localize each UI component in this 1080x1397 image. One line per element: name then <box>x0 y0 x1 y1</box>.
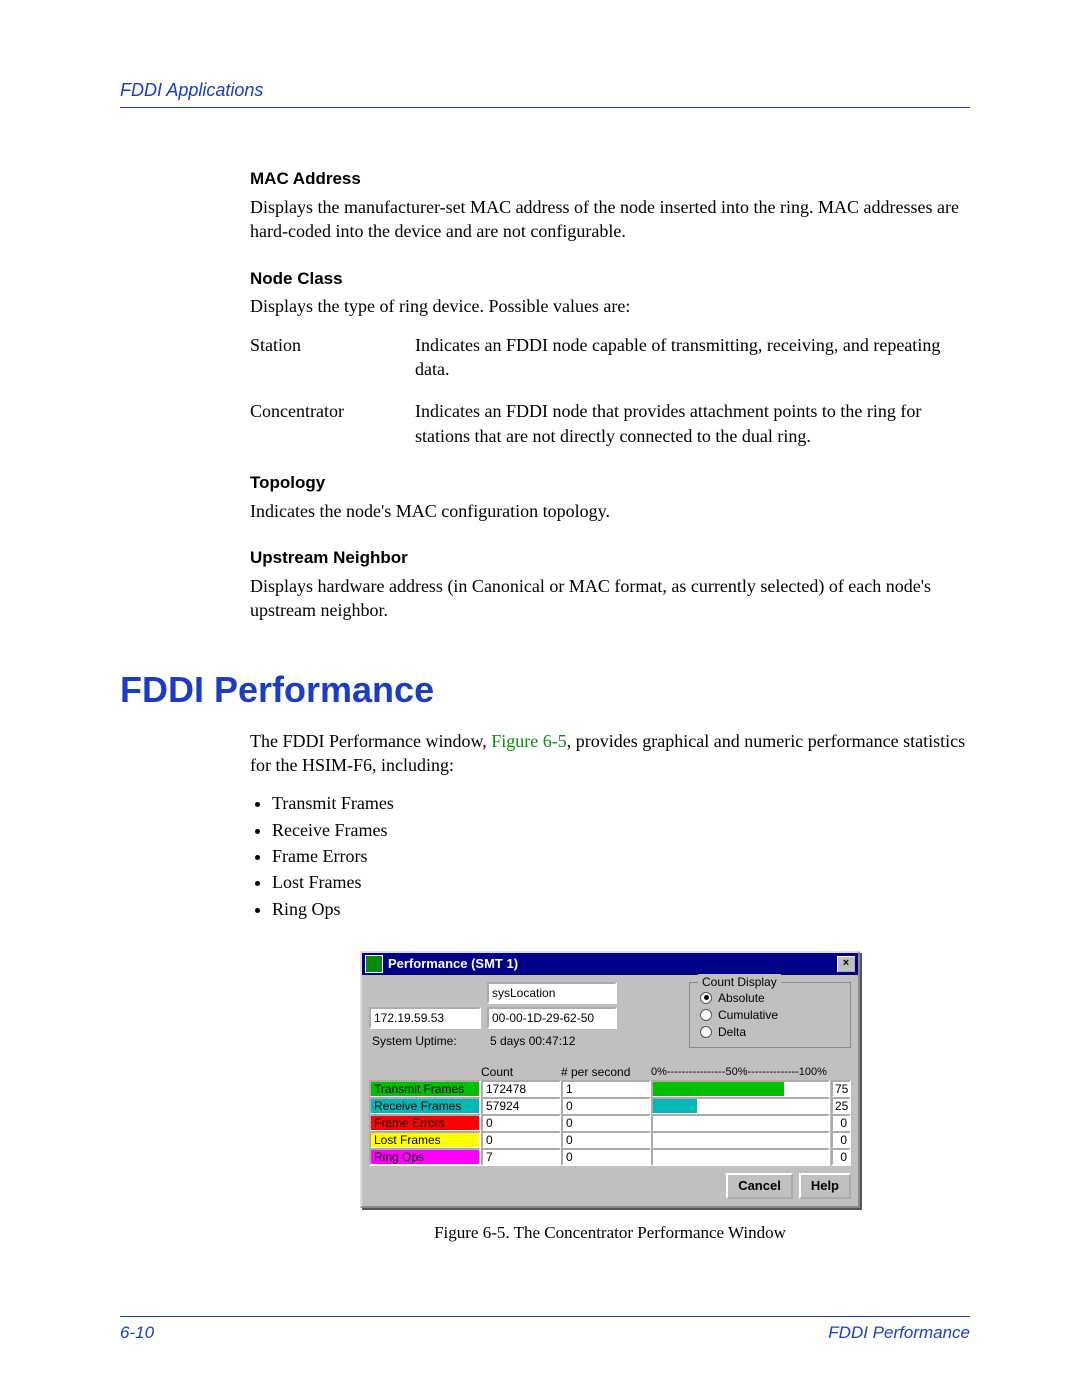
app-icon <box>365 955 383 973</box>
metric-pps: 0 <box>561 1097 651 1115</box>
radio-icon <box>700 1009 712 1021</box>
metric-pps: 0 <box>561 1148 651 1166</box>
metric-bar <box>651 1131 830 1149</box>
metric-bar <box>651 1148 830 1166</box>
def-term: Concentrator <box>250 399 415 448</box>
performance-window: Performance (SMT 1) × sysLocation 172.19… <box>360 951 860 1208</box>
def-desc: Indicates an FDDI node that provides att… <box>415 399 970 448</box>
list-item: Receive Frames <box>272 818 970 842</box>
table-row: Ring Ops700 <box>369 1148 851 1165</box>
metric-count: 172478 <box>481 1080 561 1098</box>
table-row: Receive Frames579240 25 <box>369 1097 851 1114</box>
figure-caption: Figure 6-5. The Concentrator Performance… <box>250 1222 970 1245</box>
ip-field: 172.19.59.53 <box>369 1007 481 1029</box>
metric-value: 0 <box>831 1114 851 1132</box>
table-row: Transmit Frames1724781 75 <box>369 1080 851 1097</box>
heading-node-class: Node Class <box>250 268 970 291</box>
radio-delta[interactable]: Delta <box>700 1024 840 1040</box>
metric-name: Ring Ops <box>369 1148 481 1166</box>
list-item: Lost Frames <box>272 870 970 894</box>
metric-name: Transmit Frames <box>369 1080 481 1098</box>
table-row: Lost Frames000 <box>369 1131 851 1148</box>
metric-pps: 1 <box>561 1080 651 1098</box>
text-topology: Indicates the node's MAC configuration t… <box>250 499 970 523</box>
node-class-definitions: Station Indicates an FDDI node capable o… <box>250 333 970 448</box>
metric-value: 0 <box>831 1131 851 1149</box>
metric-value: 25 <box>831 1097 851 1115</box>
text-upstream-neighbor: Displays hardware address (in Canonical … <box>250 574 970 623</box>
def-term: Station <box>250 333 415 382</box>
metric-bar <box>651 1097 830 1115</box>
figure-reference-link[interactable]: Figure 6-5 <box>491 731 567 751</box>
metric-value: 75 <box>831 1080 851 1098</box>
count-display-group: Count Display Absolute Cumulative Delta <box>689 982 851 1049</box>
page-header: FDDI Applications <box>120 80 970 108</box>
col-pps: # per second <box>561 1064 651 1080</box>
radio-icon <box>700 992 712 1004</box>
close-icon[interactable]: × <box>837 956 855 972</box>
header-section: FDDI Applications <box>120 80 263 100</box>
list-item: Transmit Frames <box>272 791 970 815</box>
help-button[interactable]: Help <box>799 1173 851 1199</box>
window-title: Performance (SMT 1) <box>388 955 837 973</box>
metric-count: 7 <box>481 1148 561 1166</box>
intro-paragraph: The FDDI Performance window, Figure 6-5,… <box>250 729 970 778</box>
heading-mac-address: MAC Address <box>250 168 970 191</box>
footer-section: FDDI Performance <box>828 1323 970 1343</box>
col-scale: 0%----------------50%--------------100% <box>651 1065 851 1080</box>
list-item: Ring Ops <box>272 897 970 921</box>
text-mac-address: Displays the manufacturer-set MAC addres… <box>250 195 970 244</box>
cancel-button[interactable]: Cancel <box>726 1173 793 1199</box>
heading-upstream-neighbor: Upstream Neighbor <box>250 547 970 570</box>
window-titlebar[interactable]: Performance (SMT 1) × <box>362 953 858 975</box>
metric-count: 57924 <box>481 1097 561 1115</box>
table-row: Frame Errors000 <box>369 1114 851 1131</box>
heading-topology: Topology <box>250 472 970 495</box>
radio-cumulative[interactable]: Cumulative <box>700 1007 840 1023</box>
metric-count: 0 <box>481 1131 561 1149</box>
page-number: 6-10 <box>120 1323 154 1343</box>
radio-absolute[interactable]: Absolute <box>700 990 840 1006</box>
list-item: Frame Errors <box>272 844 970 868</box>
col-count: Count <box>481 1064 561 1080</box>
metric-name: Frame Errors <box>369 1114 481 1132</box>
metric-name: Lost Frames <box>369 1131 481 1149</box>
page-title: FDDI Performance <box>120 669 970 711</box>
feature-bullets: Transmit Frames Receive Frames Frame Err… <box>250 791 970 920</box>
group-legend: Count Display <box>698 974 781 990</box>
def-desc: Indicates an FDDI node capable of transm… <box>415 333 970 382</box>
uptime-value: 5 days 00:47:12 <box>487 1032 617 1050</box>
metric-pps: 0 <box>561 1114 651 1132</box>
text-node-class: Displays the type of ring device. Possib… <box>250 294 970 318</box>
mac-field: 00-00-1D-29-62-50 <box>487 1007 617 1029</box>
syslocation-field: sysLocation <box>487 982 617 1004</box>
page-footer: 6-10 FDDI Performance <box>120 1316 970 1343</box>
metric-count: 0 <box>481 1114 561 1132</box>
metric-bar <box>651 1114 830 1132</box>
metric-bar <box>651 1080 830 1098</box>
metric-value: 0 <box>831 1148 851 1166</box>
uptime-label: System Uptime: <box>369 1032 481 1050</box>
metric-name: Receive Frames <box>369 1097 481 1115</box>
performance-rows: Transmit Frames172478175Receive Frames57… <box>369 1080 851 1165</box>
radio-icon <box>700 1026 712 1038</box>
metric-pps: 0 <box>561 1131 651 1149</box>
